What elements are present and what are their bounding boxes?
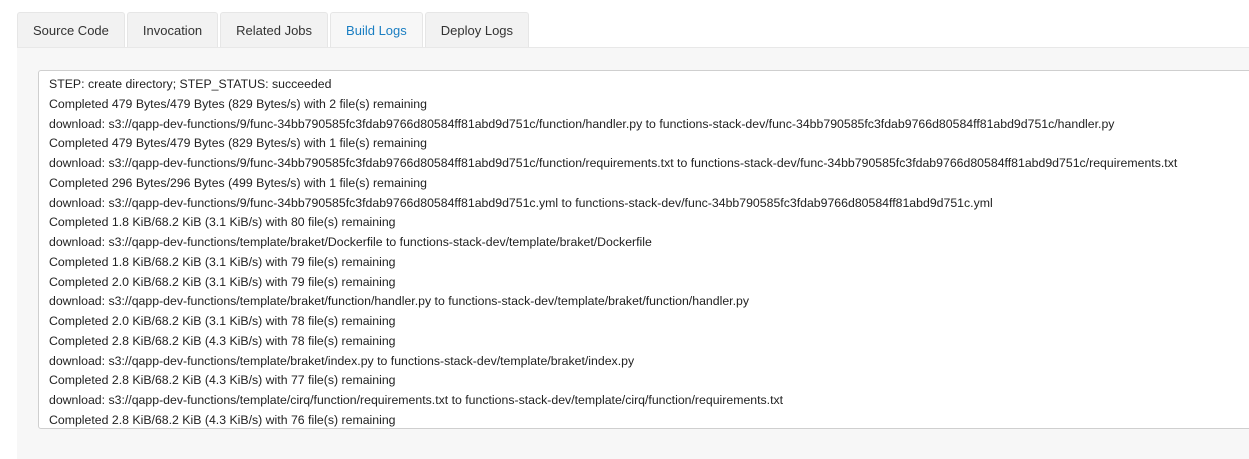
log-line: Completed 296 Bytes/296 Bytes (499 Bytes… <box>49 175 427 190</box>
log-line: download: s3://qapp-dev-functions/templa… <box>49 393 784 407</box>
log-line: STEP: create directory; STEP_STATUS: suc… <box>49 77 332 91</box>
tab-bar: Source Code Invocation Related Jobs Buil… <box>17 12 530 48</box>
build-log-output[interactable]: STEP: create directory; STEP_STATUS: suc… <box>38 70 1249 429</box>
log-line: Completed 479 Bytes/479 Bytes (829 Bytes… <box>49 96 427 111</box>
log-line: download: s3://qapp-dev-functions/templa… <box>49 294 749 309</box>
log-line: Completed 1.8 KiB/68.2 KiB (3.1 KiB/s) w… <box>49 254 396 269</box>
log-line: Completed 1.8 KiB/68.2 KiB (3.1 KiB/s) w… <box>49 215 396 230</box>
log-line: download: s3://qapp-dev-functions/9/func… <box>49 156 1178 170</box>
log-line: Completed 2.8 KiB/68.2 KiB (4.3 KiB/s) w… <box>49 373 396 388</box>
log-line: download: s3://qapp-dev-functions/9/func… <box>49 116 1115 131</box>
log-line: download: s3://qapp-dev-functions/9/func… <box>49 195 993 210</box>
log-line: Completed 2.8 KiB/68.2 KiB (4.3 KiB/s) w… <box>49 412 396 427</box>
tab-build-logs[interactable]: Build Logs <box>330 12 423 48</box>
log-line: Completed 479 Bytes/479 Bytes (829 Bytes… <box>49 136 427 151</box>
log-line: Completed 2.0 KiB/68.2 KiB (3.1 KiB/s) w… <box>49 314 396 328</box>
log-line: Completed 2.8 KiB/68.2 KiB (4.3 KiB/s) w… <box>49 333 396 348</box>
log-line: Completed 2.0 KiB/68.2 KiB (3.1 KiB/s) w… <box>49 274 396 289</box>
log-line: download: s3://qapp-dev-functions/templa… <box>49 235 652 249</box>
tab-deploy-logs[interactable]: Deploy Logs <box>424 12 530 47</box>
tab-source-code[interactable]: Source Code <box>17 12 125 47</box>
build-logs-panel: STEP: create directory; STEP_STATUS: suc… <box>17 47 1249 459</box>
tab-related-jobs[interactable]: Related Jobs <box>220 12 329 47</box>
tab-invocation[interactable]: Invocation <box>126 12 219 47</box>
log-line: download: s3://qapp-dev-functions/templa… <box>49 353 635 368</box>
